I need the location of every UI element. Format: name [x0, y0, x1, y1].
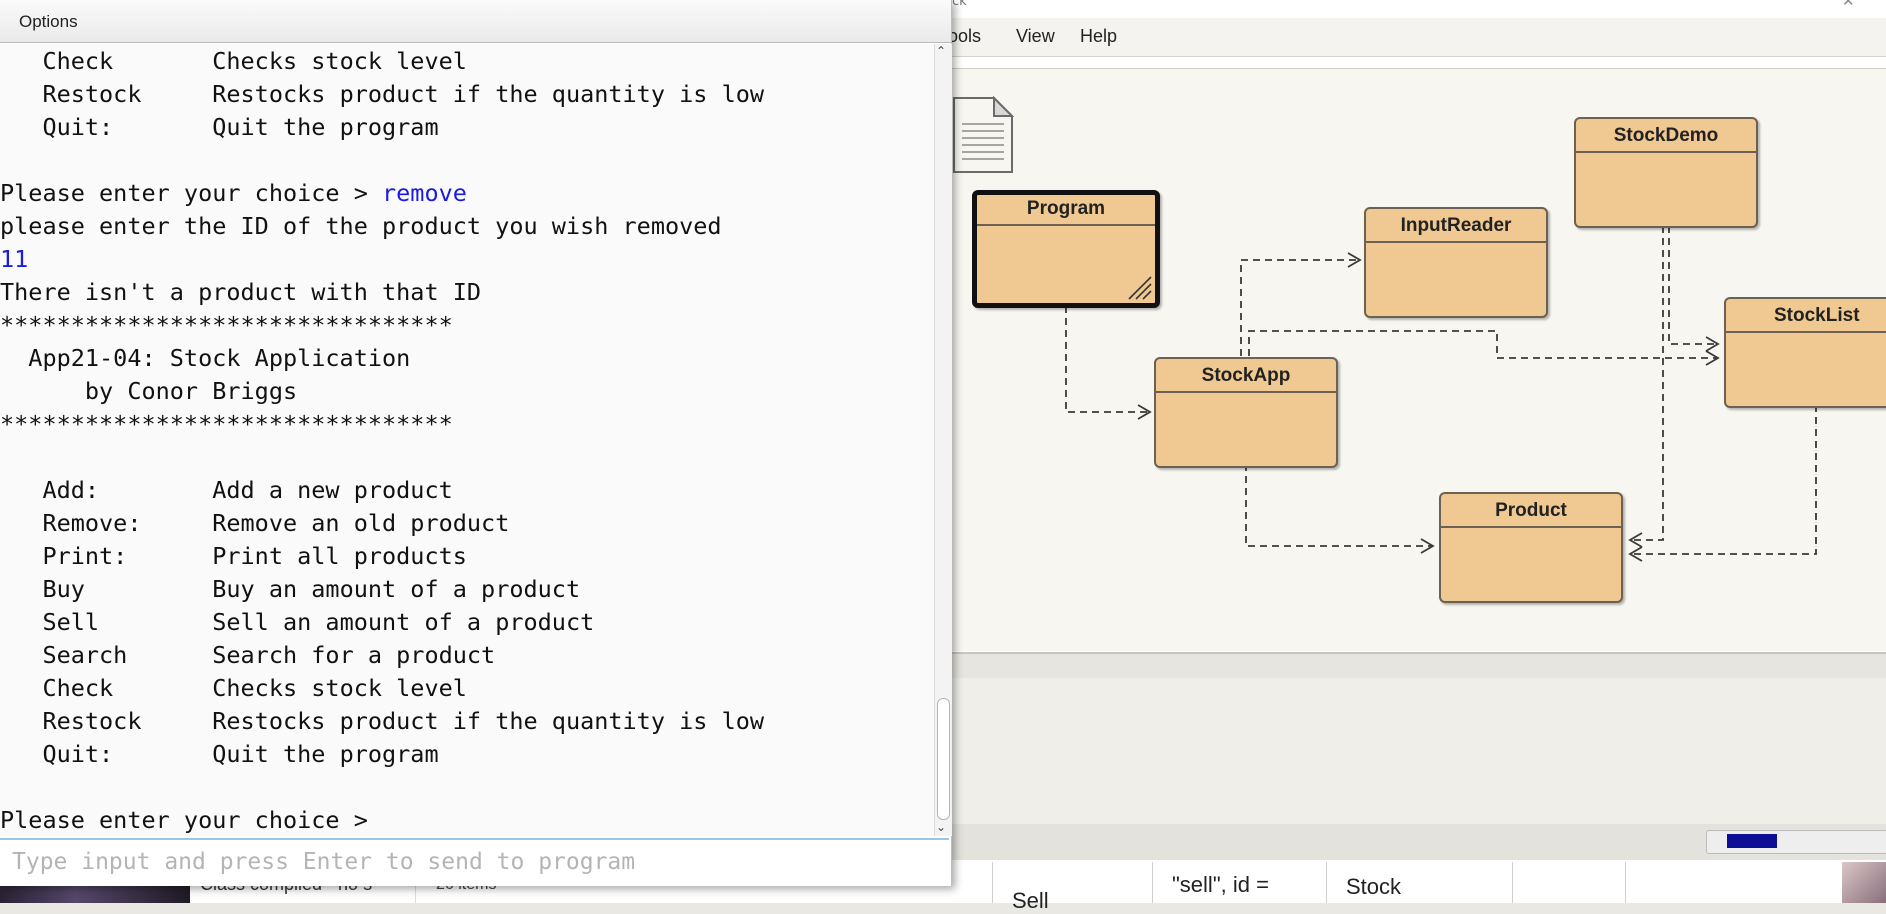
output-text: There isn't a product with that ID	[0, 278, 482, 306]
output-text: Please enter your choice >	[0, 806, 383, 834]
class-divider	[977, 224, 1155, 226]
terminal-line: Search Search for a product	[0, 640, 495, 670]
menu-description: Checks stock level	[212, 674, 467, 702]
terminal-line: Add: Add a new product	[0, 475, 453, 505]
menu-options[interactable]: Options	[19, 12, 78, 32]
class-divider	[1726, 331, 1886, 333]
class-name: Program	[1026, 198, 1106, 219]
terminal-line: Buy Buy an amount of a product	[0, 574, 580, 604]
terminal-line: Print: Print all products	[0, 541, 467, 571]
menu-description: Sell an amount of a product	[212, 608, 595, 636]
menu-description: Restocks product if the quantity is low	[212, 80, 765, 108]
menu-description: Print all products	[212, 542, 467, 570]
table-cell-divider	[1152, 862, 1153, 903]
menu-description: Quit the program	[212, 113, 439, 141]
table-cell: Sell	[1012, 888, 1049, 913]
class-name: InputReader	[1400, 215, 1512, 236]
class-stockdemo[interactable]: StockDemo	[1574, 117, 1758, 228]
class-name: Product	[1495, 500, 1567, 521]
terminal-window: Options Check Checks stock level Restock…	[0, 0, 952, 886]
class-divider	[1576, 151, 1756, 153]
terminal-line: App21-04: Stock Application	[0, 343, 410, 373]
pane-splitter[interactable]	[950, 652, 1886, 680]
menu-description: Checks stock level	[212, 47, 467, 75]
terminal-line: Quit: Quit the program	[0, 112, 439, 142]
menu-command: Restock	[0, 80, 213, 108]
class-product[interactable]: Product	[1439, 492, 1623, 603]
terminal-line: please enter the ID of the product you w…	[0, 211, 722, 241]
menu-command: Add:	[0, 476, 213, 504]
terminal-menu-bar: Options	[0, 0, 951, 43]
terminal-line: Please enter your choice >	[0, 805, 382, 835]
scroll-up-icon[interactable]: ⌃	[936, 44, 946, 58]
menu-description: Buy an amount of a product	[212, 575, 581, 603]
menu-command: Check	[0, 47, 213, 75]
class-divider	[1441, 526, 1621, 528]
terminal-line: ********************************	[0, 409, 453, 439]
menu-command: Remove:	[0, 509, 213, 537]
background-thumbnail	[1842, 862, 1886, 903]
user-input-echo: remove	[382, 179, 467, 207]
menu-command: Restock	[0, 707, 213, 735]
terminal-output[interactable]: Check Checks stock level Restock Restock…	[0, 44, 934, 836]
menu-command: Check	[0, 674, 213, 702]
user-input-echo: 11	[0, 245, 29, 273]
class-name: StockDemo	[1613, 125, 1719, 146]
table-cell-divider	[992, 862, 993, 903]
menu-command: Sell	[0, 608, 213, 636]
menu-description: Remove an old product	[212, 509, 510, 537]
menu-description: Search for a product	[212, 641, 496, 669]
menu-command: Quit:	[0, 740, 213, 768]
menu-command: Search	[0, 641, 213, 669]
menu-command: Quit:	[0, 113, 213, 141]
table-cell: "sell", id =	[1172, 872, 1269, 897]
terminal-line: 11	[0, 244, 28, 274]
terminal-line: Sell Sell an amount of a product	[0, 607, 594, 637]
menu-description: Add a new product	[212, 476, 453, 504]
terminal-line: There isn't a product with that ID	[0, 277, 481, 307]
table-cell-divider	[1625, 862, 1626, 903]
class-stockapp[interactable]: StockApp	[1154, 357, 1338, 468]
terminal-line: Restock Restocks product if the quantity…	[0, 706, 764, 736]
terminal-input[interactable]	[0, 838, 949, 884]
class-program[interactable]: Program	[972, 190, 1160, 308]
class-name: StockList	[1774, 305, 1860, 326]
output-text: by Conor Briggs	[0, 377, 298, 405]
class-divider	[1156, 391, 1336, 393]
output-text: please enter the ID of the product you w…	[0, 212, 722, 240]
terminal-line: ********************************	[0, 310, 453, 340]
terminal-line: Restock Restocks product if the quantity…	[0, 79, 764, 109]
terminal-line: Check Checks stock level	[0, 46, 467, 76]
menu-description: Quit the program	[212, 740, 439, 768]
menu-command: Buy	[0, 575, 213, 603]
machine-activity-indicator	[1706, 830, 1886, 854]
terminal-line: Check Checks stock level	[0, 673, 467, 703]
output-text: App21-04: Stock Application	[0, 344, 411, 372]
class-divider	[1366, 241, 1546, 243]
uncompiled-hatch-icon	[1128, 276, 1152, 300]
menu-description: Restocks product if the quantity is low	[212, 707, 765, 735]
class-stocklist[interactable]: StockList	[1724, 297, 1886, 408]
scrollbar-thumb[interactable]	[937, 698, 950, 820]
scroll-down-icon[interactable]: ⌄	[936, 820, 946, 834]
terminal-line: Please enter your choice > remove	[0, 178, 467, 208]
terminal-line: Remove: Remove an old product	[0, 508, 509, 538]
table-cell-divider	[1512, 862, 1513, 903]
class-inputreader[interactable]: InputReader	[1364, 207, 1548, 318]
menu-command: Print:	[0, 542, 213, 570]
output-text: Please enter your choice >	[0, 179, 383, 207]
table-cell-divider	[1326, 862, 1327, 903]
output-text: ********************************	[0, 311, 453, 339]
terminal-line: by Conor Briggs	[0, 376, 297, 406]
activity-indicator-bar	[1727, 834, 1777, 848]
table-cell: Stock	[1346, 874, 1402, 899]
terminal-line: Quit: Quit the program	[0, 739, 439, 769]
output-text: ********************************	[0, 410, 453, 438]
class-name: StockApp	[1201, 365, 1291, 386]
object-bench[interactable]	[950, 678, 1886, 825]
